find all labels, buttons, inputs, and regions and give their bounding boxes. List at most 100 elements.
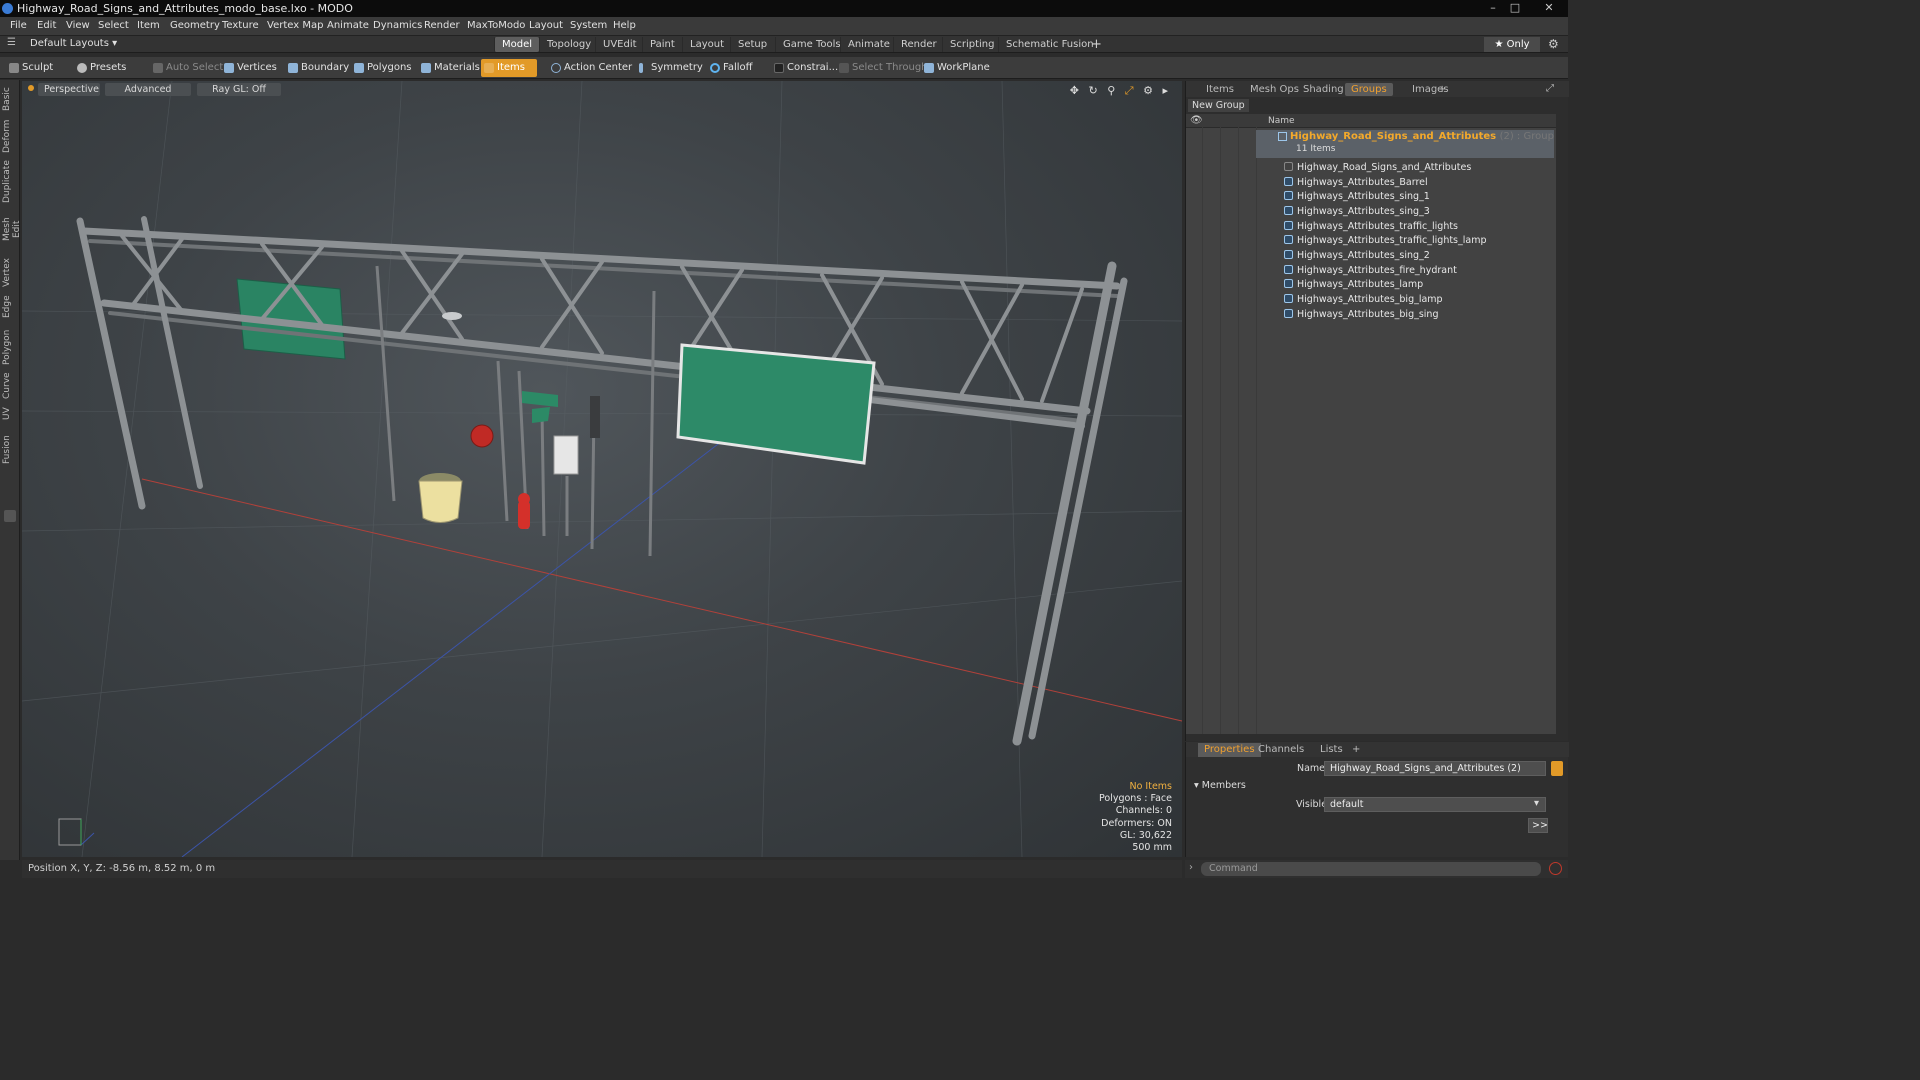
materials-button[interactable]: Materials (418, 59, 486, 77)
list-item[interactable]: Highways_Attributes_lamp (1256, 278, 1554, 293)
strip-vertex[interactable]: Vertex (2, 258, 18, 288)
strip-deform[interactable]: Deform (2, 118, 18, 154)
strip-polygon[interactable]: Polygon (2, 327, 18, 367)
strip-edge[interactable]: Edge (2, 294, 18, 320)
tab-model[interactable]: Model (494, 37, 540, 52)
polygons-button[interactable]: Polygons (351, 59, 418, 77)
tab-topology[interactable]: Topology (539, 37, 598, 52)
menu-render[interactable]: Render (424, 20, 460, 31)
add-tab-button[interactable]: + (1084, 37, 1109, 52)
tab-paint[interactable]: Paint (642, 37, 682, 52)
menu-help[interactable]: Help (613, 20, 636, 31)
action-center-button[interactable]: Action Center (548, 59, 638, 77)
new-group-button[interactable]: New Group (1188, 99, 1249, 112)
constraints-button[interactable]: Constrai... (771, 59, 844, 77)
strip-duplicate[interactable]: Duplicate (2, 160, 18, 204)
tab-setup[interactable]: Setup (730, 37, 774, 52)
menu-view[interactable]: View (66, 20, 90, 31)
tab-game-tools[interactable]: Game Tools (775, 37, 848, 52)
command-input[interactable]: Command (1201, 862, 1541, 876)
viewport-settings-icon[interactable]: ⚙ (1143, 84, 1153, 97)
tab-layout[interactable]: Layout (682, 37, 731, 52)
items-button[interactable]: Items (481, 59, 537, 77)
strip-fusion[interactable]: Fusion (2, 434, 18, 466)
tab-uvedit[interactable]: UVEdit (595, 37, 644, 52)
viewport-expand-icon[interactable]: ▸ (1162, 84, 1168, 97)
name-options-button[interactable] (1551, 761, 1563, 776)
shading-selector[interactable]: Advanced (105, 83, 191, 96)
rotate-view-icon[interactable]: ↻ (1089, 84, 1098, 97)
list-item[interactable]: Highways_Attributes_big_lamp (1256, 293, 1554, 308)
tab-items[interactable]: Items (1200, 83, 1240, 96)
tab-render[interactable]: Render (893, 37, 944, 52)
only-toggle[interactable]: ★ Only (1484, 37, 1540, 52)
members-section[interactable]: ▾ Members (1194, 780, 1246, 791)
tab-shading[interactable]: Shading (1297, 83, 1350, 96)
auto-select-button[interactable]: Auto Select (150, 59, 229, 77)
title-bar: Highway_Road_Signs_and_Attributes_modo_b… (0, 0, 1568, 17)
list-item[interactable]: Highways_Attributes_traffic_lights (1256, 220, 1554, 235)
raygl-toggle[interactable]: Ray GL: Off (197, 83, 281, 96)
layout-selector[interactable]: Default Layouts ▾ (30, 38, 117, 49)
strip-uv[interactable]: UV (2, 406, 18, 422)
sculpt-button[interactable]: Sculpt (6, 59, 59, 77)
zoom-view-icon[interactable]: ⚲ (1107, 84, 1115, 97)
select-through-button[interactable]: Select Through (836, 59, 934, 77)
move-view-icon[interactable]: ✥ (1070, 84, 1079, 97)
gear-icon[interactable]: ⚙ (1548, 37, 1559, 51)
group-row-selected[interactable]: Highway_Road_Signs_and_Attributes (2) : … (1256, 130, 1554, 158)
command-record-icon[interactable] (1549, 862, 1562, 875)
tab-channels[interactable]: Channels (1252, 743, 1310, 757)
strip-toggle-button[interactable] (4, 510, 16, 522)
list-item[interactable]: Highways_Attributes_Barrel (1256, 176, 1554, 191)
3d-viewport[interactable]: Perspective Advanced Ray GL: Off ✥ ↻ ⚲ ⤢… (22, 81, 1182, 857)
falloff-button[interactable]: Falloff (707, 59, 759, 77)
menu-file[interactable]: File (10, 20, 27, 31)
menu-animate[interactable]: Animate (327, 20, 369, 31)
vertices-button[interactable]: Vertices (221, 59, 283, 77)
boundary-button[interactable]: Boundary (285, 59, 355, 77)
tab-scripting[interactable]: Scripting (942, 37, 1001, 52)
list-item[interactable]: Highways_Attributes_sing_1 (1256, 190, 1554, 205)
tab-groups[interactable]: Groups (1345, 83, 1393, 96)
panel-expand-icon[interactable]: ⤢ (1546, 83, 1554, 94)
fit-view-icon[interactable]: ⤢ (1125, 84, 1134, 97)
menu-geometry[interactable]: Geometry (170, 20, 220, 31)
list-item[interactable]: Highways_Attributes_sing_2 (1256, 249, 1554, 264)
menu-select[interactable]: Select (98, 20, 129, 31)
tab-lists[interactable]: Lists (1314, 743, 1349, 757)
symmetry-button[interactable]: Symmetry (636, 59, 709, 77)
list-item[interactable]: Highways_Attributes_big_sing (1256, 308, 1554, 323)
menu-layout[interactable]: Layout (529, 20, 563, 31)
layout-menu-icon[interactable]: ☰ (7, 37, 16, 48)
expand-members-button[interactable]: >> (1528, 818, 1548, 833)
materials-icon (421, 63, 431, 73)
tab-animate[interactable]: Animate (840, 37, 897, 52)
strip-mesh-edit[interactable]: Mesh Edit (2, 208, 22, 250)
minimize-button[interactable]: – (1482, 0, 1504, 16)
list-item[interactable]: Highways_Attributes_fire_hydrant (1256, 264, 1554, 279)
workplane-button[interactable]: WorkPlane (921, 59, 996, 77)
close-button[interactable]: ✕ (1538, 0, 1560, 16)
tab-mesh-ops[interactable]: Mesh Ops (1244, 83, 1305, 96)
add-properties-tab-button[interactable]: + (1346, 743, 1366, 757)
menu-system[interactable]: System (570, 20, 607, 31)
view-type-selector[interactable]: Perspective (38, 83, 100, 96)
menu-edit[interactable]: Edit (37, 20, 56, 31)
menu-dynamics[interactable]: Dynamics (373, 20, 422, 31)
visible-dropdown[interactable]: default (1324, 797, 1546, 812)
menu-texture[interactable]: Texture (222, 20, 259, 31)
menu-vertex-map[interactable]: Vertex Map (267, 20, 323, 31)
item-list-panel: Items Mesh Ops Shading Groups Images + ⤢… (1185, 81, 1569, 741)
menu-item[interactable]: Item (137, 20, 160, 31)
list-item[interactable]: Highways_Attributes_sing_3 (1256, 205, 1554, 220)
presets-button[interactable]: Presets (74, 59, 132, 77)
name-field[interactable]: Highway_Road_Signs_and_Attributes (2) (1324, 761, 1546, 776)
list-item[interactable]: Highway_Road_Signs_and_Attributes (1256, 161, 1554, 176)
strip-basic[interactable]: Basic (2, 85, 18, 113)
strip-curve[interactable]: Curve (2, 372, 18, 400)
list-item[interactable]: Highways_Attributes_traffic_lights_lamp (1256, 234, 1554, 249)
add-panel-tab-button[interactable]: + (1432, 83, 1452, 96)
maximize-button[interactable]: □ (1504, 0, 1526, 16)
menu-maxtomodo[interactable]: MaxToModo (467, 20, 525, 31)
